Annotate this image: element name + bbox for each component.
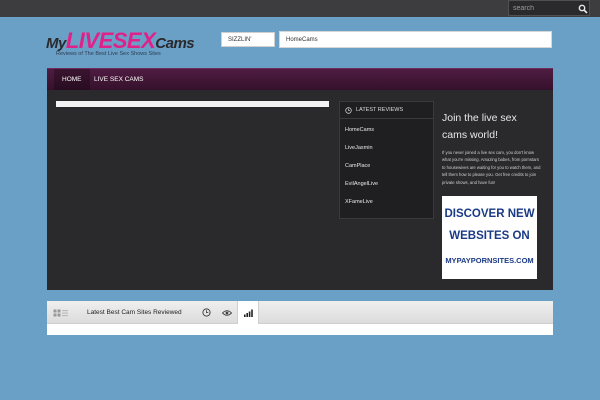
bars-icon — [244, 309, 253, 317]
ticker-text[interactable]: HomeCams — [279, 31, 552, 48]
list-icon[interactable] — [62, 309, 68, 317]
section-title: Latest Best Cam Sites Reviewed — [87, 309, 182, 316]
logo-part-cams: Cams — [155, 35, 195, 52]
review-link-camplace[interactable]: CamPlace — [340, 157, 433, 175]
main-content: LATEST REVIEWS HomeCams LiveJasmin CamPl… — [47, 90, 553, 290]
latest-reviews-panel: LATEST REVIEWS HomeCams LiveJasmin CamPl… — [339, 101, 434, 219]
nav-item-live-sex-cams[interactable]: LIVE SEX CAMS — [86, 69, 152, 90]
search-icon[interactable] — [578, 4, 588, 14]
featured-slider — [56, 101, 329, 107]
search-box[interactable] — [508, 0, 590, 16]
banner-line-2: WEBSITES ON — [449, 230, 530, 242]
review-link-evilangellive[interactable]: EvilAngelLive — [340, 175, 433, 193]
promo-banner[interactable]: DISCOVER NEW WEBSITES ON MYPAYPORNSITES.… — [442, 196, 537, 279]
latest-sites-section: Latest Best Cam Sites Reviewed — [47, 301, 553, 335]
nav-item-home[interactable]: HOME — [54, 69, 90, 90]
reviews-header: LATEST REVIEWS — [340, 102, 433, 119]
review-link-xfamelive[interactable]: XFameLive — [340, 193, 433, 211]
main-nav: HOME LIVE SEX CAMS — [47, 68, 553, 90]
banner-line-1: DISCOVER NEW — [444, 208, 535, 220]
review-link-homecams[interactable]: HomeCams — [340, 121, 433, 139]
clock-icon[interactable] — [202, 308, 211, 317]
site-tagline: Reviews of The Best Live Sex Shows Sites — [56, 51, 161, 57]
top-bar — [0, 0, 600, 17]
clock-icon — [345, 107, 352, 114]
grid-icon[interactable] — [53, 309, 61, 317]
eye-icon[interactable] — [222, 309, 232, 317]
sidebar-text: If you never joined a live sex cam, you … — [442, 150, 541, 185]
tab-popular[interactable] — [237, 301, 259, 324]
reviews-title: LATEST REVIEWS — [356, 107, 404, 113]
banner-line-3: MYPAYPORNSITES.COM — [445, 256, 534, 265]
search-input[interactable] — [513, 2, 573, 14]
ticker-label: SIZZLIN' — [221, 32, 275, 47]
sidebar-intro: Join the live sex cams world! If you nev… — [442, 110, 542, 186]
logo-part-livesex: LIVESEX — [65, 28, 156, 53]
logo-part-my: My — [46, 35, 66, 52]
sidebar-title: Join the live sex cams world! — [442, 112, 517, 141]
section-header: Latest Best Cam Sites Reviewed — [47, 301, 553, 324]
site-logo[interactable]: MyLIVESEXCams Reviews of The Best Live S… — [46, 28, 216, 62]
review-link-livejasmin[interactable]: LiveJasmin — [340, 139, 433, 157]
